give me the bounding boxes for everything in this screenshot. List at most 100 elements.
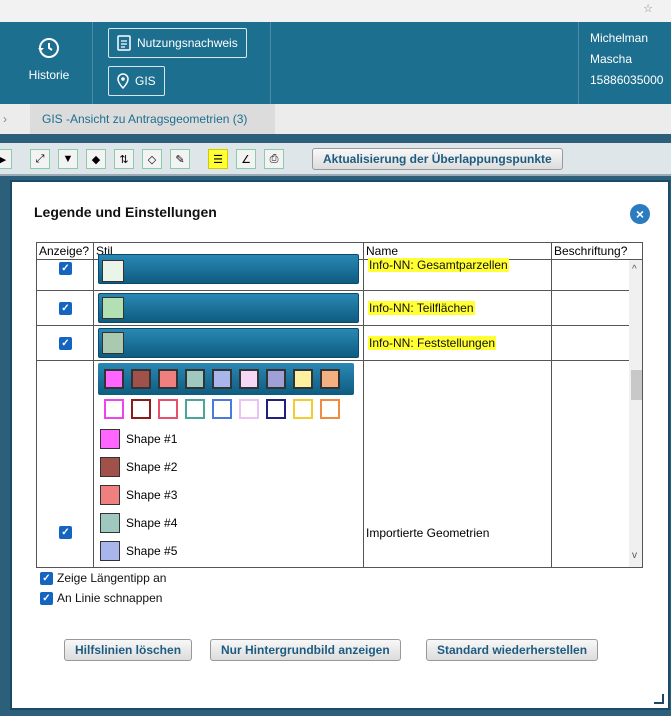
outline-swatch[interactable] (266, 399, 286, 419)
pan-icon[interactable]: ▶ (0, 149, 12, 169)
nutzungsnachweis-button[interactable]: Nutzungsnachweis (108, 28, 247, 58)
table-scrollbar[interactable]: ^ v (629, 260, 642, 567)
fill-swatch[interactable] (212, 369, 232, 389)
document-icon (117, 35, 131, 51)
layer-down-icon[interactable]: ▼ (58, 149, 78, 169)
layers-icon[interactable]: ◆ (86, 149, 106, 169)
col-anzeige[interactable]: Anzeige? (37, 243, 94, 260)
outline-swatch[interactable] (293, 399, 313, 419)
outline-swatch[interactable] (320, 399, 340, 419)
shape-item[interactable]: Shape #5 (100, 541, 177, 561)
table-row[interactable]: ✓ Shape #1 Shape #2 Shape #3 Shape #4 Sh… (37, 361, 629, 567)
shape-color-box (100, 541, 120, 561)
shape-label: Shape #5 (126, 544, 178, 558)
shape-label: Shape #3 (126, 488, 178, 502)
dialog-title: Legende und Einstellungen (34, 204, 217, 220)
laengentipp-checkbox[interactable]: ✓ (40, 571, 53, 585)
print-icon[interactable]: ⎙ (264, 149, 284, 169)
pin-icon[interactable]: ☆ (643, 2, 653, 15)
label-cell[interactable] (552, 326, 629, 360)
legend-dialog: Legende und Einstellungen × Anzeige? Sti… (10, 180, 670, 710)
shape-label: Shape #1 (126, 432, 178, 446)
col-beschriftung[interactable]: Beschriftung? (552, 243, 642, 260)
label-cell[interactable] (552, 291, 629, 325)
outline-swatch[interactable] (185, 399, 205, 419)
history-icon (38, 38, 59, 58)
outline-swatch[interactable] (212, 399, 232, 419)
fill-swatch[interactable] (239, 369, 259, 389)
laengentipp-label: Zeige Längentipp an (57, 571, 167, 585)
shape-item[interactable]: Shape #3 (100, 485, 177, 505)
history-label: Historie (28, 68, 70, 82)
shape-item[interactable]: Shape #4 (100, 513, 177, 533)
legend-icon[interactable]: ☰ (208, 149, 228, 169)
layer-name: Info-NN: Gesamtparzellen (368, 258, 509, 272)
shape-label: Shape #4 (126, 516, 178, 530)
shape-color-box (100, 429, 120, 449)
layer-swap-icon[interactable]: ⇅ (114, 149, 134, 169)
update-overlap-button[interactable]: Aktualisierung der Überlappungspunkte (312, 148, 563, 170)
header-divider (92, 22, 93, 104)
shape-color-box (100, 457, 120, 477)
close-icon[interactable]: × (630, 204, 650, 224)
fill-swatch[interactable] (266, 369, 286, 389)
fill-swatch[interactable] (158, 369, 178, 389)
style-bar[interactable] (98, 254, 359, 284)
polygon-icon[interactable]: ◇ (142, 149, 162, 169)
schnappen-label: An Linie schnappen (57, 591, 163, 605)
scroll-down-icon[interactable]: v (632, 550, 637, 561)
outline-swatch[interactable] (239, 399, 259, 419)
user-line: Michelman (590, 31, 649, 45)
scroll-thumb[interactable] (631, 370, 642, 400)
scroll-up-icon[interactable]: ^ (632, 264, 637, 275)
outline-swatch[interactable] (104, 399, 124, 419)
label-cell[interactable] (552, 260, 629, 290)
fill-swatch[interactable] (131, 369, 151, 389)
row-visible-checkbox[interactable]: ✓ (59, 302, 72, 315)
shape-item[interactable]: Shape #1 (100, 429, 177, 449)
style-swatch (102, 297, 124, 319)
layer-name: Info-NN: Teilflächen (368, 301, 475, 315)
legend-table: Anzeige? Stil Name Beschriftung? ✓ Info-… (36, 242, 643, 568)
fill-swatch[interactable] (293, 369, 313, 389)
style-swatch (102, 260, 124, 282)
gis-label: GIS (135, 74, 156, 88)
schnappen-option[interactable]: ✓ An Linie schnappen (40, 591, 162, 605)
outline-swatch[interactable] (158, 399, 178, 419)
fill-swatch[interactable] (320, 369, 340, 389)
app-header: Historie Nutzungsnachweis GIS Michelman … (0, 22, 671, 104)
fill-swatch[interactable] (104, 369, 124, 389)
style-bar[interactable] (98, 328, 359, 358)
shape-item[interactable]: Shape #2 (100, 457, 177, 477)
background-only-button[interactable]: Nur Hintergrundbild anzeigen (210, 639, 401, 661)
location-pin-icon (117, 73, 129, 89)
style-bar[interactable] (98, 293, 359, 323)
table-row[interactable]: ✓ Info-NN: Feststellungen (37, 326, 629, 361)
resize-handle[interactable] (654, 694, 664, 704)
fill-swatch[interactable] (185, 369, 205, 389)
table-row[interactable]: ✓ Info-NN: Gesamtparzellen (37, 254, 629, 291)
history-button[interactable]: Historie (18, 36, 80, 82)
style-swatch (102, 332, 124, 354)
gis-button[interactable]: GIS (108, 66, 165, 96)
shape-color-box (100, 485, 120, 505)
shape-color-box (100, 513, 120, 533)
laengentipp-option[interactable]: ✓ Zeige Längentipp an (40, 571, 166, 585)
shape-label: Shape #2 (126, 460, 178, 474)
clear-guides-button[interactable]: Hilfslinien löschen (64, 639, 193, 661)
measure-icon[interactable]: ∠ (236, 149, 256, 169)
tab-gis-view[interactable]: GIS -Ansicht zu Antragsgeometrien (3) (30, 104, 275, 134)
imported-name: Importierte Geometrien (366, 526, 490, 540)
layer-name: Info-NN: Feststellungen (368, 336, 497, 350)
zoom-extent-icon[interactable]: ⤢ (30, 149, 50, 169)
row-visible-checkbox[interactable]: ✓ (59, 262, 72, 275)
row-visible-checkbox[interactable]: ✓ (59, 337, 72, 350)
label-cell[interactable] (552, 361, 629, 567)
schnappen-checkbox[interactable]: ✓ (40, 591, 53, 605)
restore-defaults-button[interactable]: Standard wiederherstellen (426, 639, 599, 661)
outline-swatch[interactable] (131, 399, 151, 419)
eraser-icon[interactable]: ✎ (170, 149, 190, 169)
row-visible-checkbox[interactable]: ✓ (59, 526, 72, 539)
table-row[interactable]: ✓ Info-NN: Teilflächen (37, 291, 629, 326)
user-info: Michelman Mascha 15886035000 (590, 28, 663, 91)
